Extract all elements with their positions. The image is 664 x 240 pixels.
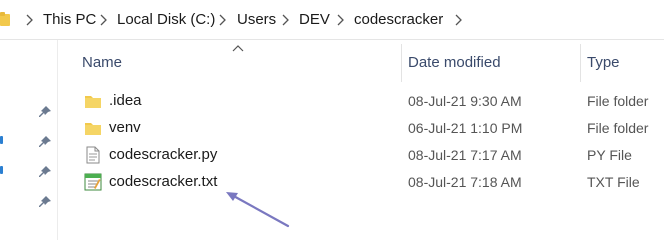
- file-row-venv[interactable]: venv 06-Jul-21 1:10 PM File folder: [76, 115, 664, 142]
- text-file-icon: [84, 173, 102, 191]
- pin-icon[interactable]: [37, 104, 53, 120]
- file-type: PY File: [587, 147, 632, 163]
- column-header-date-label: Date modified: [408, 54, 501, 71]
- file-name: codescracker.py: [109, 146, 218, 163]
- sort-ascending-icon: [232, 45, 244, 52]
- nav-item-marker: [0, 136, 3, 144]
- chevron-right-icon[interactable]: [23, 13, 35, 27]
- python-file-icon: [86, 146, 100, 164]
- folder-icon: [0, 12, 10, 26]
- breadcrumb-codescracker[interactable]: codescracker: [354, 11, 443, 29]
- breadcrumb-this-pc[interactable]: This PC: [43, 11, 96, 29]
- chevron-right-icon[interactable]: [97, 13, 109, 27]
- file-type: TXT File: [587, 174, 640, 190]
- file-date-modified: 08-Jul-21 7:17 AM: [408, 147, 522, 163]
- pin-icon[interactable]: [37, 194, 53, 210]
- column-header-type-label: Type: [587, 54, 620, 71]
- breadcrumb-local-disk[interactable]: Local Disk (C:): [117, 11, 215, 29]
- file-name: codescracker.txt: [109, 173, 218, 190]
- file-date-modified: 08-Jul-21 9:30 AM: [408, 93, 522, 109]
- file-row-codescracker-py[interactable]: codescracker.py 08-Jul-21 7:17 AM PY Fil…: [76, 142, 664, 169]
- breadcrumb-dev[interactable]: DEV: [299, 11, 330, 29]
- address-bar[interactable]: This PC Local Disk (C:) Users DEV codesc…: [0, 0, 664, 40]
- file-name: venv: [109, 119, 141, 136]
- file-type: File folder: [587, 93, 649, 109]
- folder-icon: [85, 123, 101, 135]
- file-row-idea[interactable]: .idea 08-Jul-21 9:30 AM File folder: [76, 88, 664, 115]
- column-header-type[interactable]: Type: [581, 40, 664, 86]
- file-name: .idea: [109, 92, 142, 109]
- chevron-right-icon[interactable]: [279, 13, 291, 27]
- file-type: File folder: [587, 120, 649, 136]
- file-date-modified: 06-Jul-21 1:10 PM: [408, 120, 523, 136]
- folder-icon: [85, 96, 101, 108]
- file-date-modified: 08-Jul-21 7:18 AM: [408, 174, 522, 190]
- nav-item-marker: [0, 166, 3, 174]
- annotation-arrow-icon: [226, 192, 290, 228]
- file-row-codescracker-txt[interactable]: codescracker.txt 08-Jul-21 7:18 AM TXT F…: [76, 169, 664, 196]
- column-header-date-modified[interactable]: Date modified: [402, 40, 578, 86]
- column-header-name-label: Name: [82, 54, 123, 71]
- chevron-right-icon[interactable]: [452, 13, 464, 27]
- pin-icon[interactable]: [37, 164, 53, 180]
- navigation-pane[interactable]: [0, 40, 58, 240]
- chevron-right-icon[interactable]: [334, 13, 346, 27]
- chevron-right-icon[interactable]: [216, 13, 228, 27]
- breadcrumb-users[interactable]: Users: [237, 11, 276, 29]
- pin-icon[interactable]: [37, 134, 53, 150]
